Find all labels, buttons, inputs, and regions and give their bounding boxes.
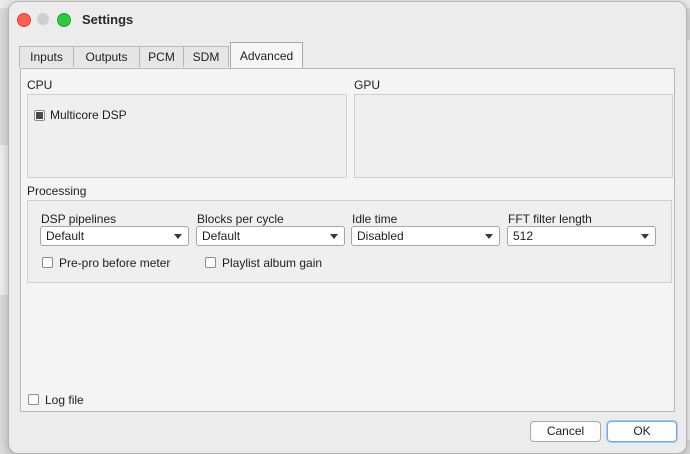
minimize-window-button[interactable] — [37, 13, 49, 25]
blocks-per-cycle-select[interactable]: Default — [196, 226, 345, 246]
fft-filter-length-select[interactable]: 512 — [507, 226, 656, 246]
tab-advanced[interactable]: Advanced — [230, 42, 303, 68]
idle-time-value: Disabled — [357, 229, 404, 243]
chevron-down-icon — [330, 234, 338, 239]
multicore-dsp-checkbox[interactable] — [34, 110, 45, 121]
log-file-checkbox[interactable] — [28, 394, 39, 405]
advanced-panel: CPU Multicore DSP GPU Processing DSP pip… — [20, 68, 675, 412]
idle-time-select[interactable]: Disabled — [351, 226, 500, 246]
settings-dialog: Settings Inputs Outputs PCM SDM Advanced… — [8, 1, 687, 454]
gpu-group-box — [354, 94, 673, 178]
cpu-group-label: CPU — [27, 78, 53, 92]
window-title: Settings — [82, 12, 134, 27]
tab-pcm[interactable]: PCM — [139, 46, 184, 67]
chevron-down-icon — [485, 234, 493, 239]
gpu-group-label: GPU — [354, 78, 381, 92]
tab-inputs[interactable]: Inputs — [19, 46, 74, 67]
blocks-per-cycle-value: Default — [202, 229, 241, 243]
playlist-album-gain-label: Playlist album gain — [222, 256, 323, 270]
dsp-pipelines-select[interactable]: Default — [40, 226, 189, 246]
fft-filter-length-value: 512 — [513, 229, 534, 243]
zoom-window-button[interactable] — [57, 13, 71, 27]
fft-filter-length-label: FFT filter length — [508, 212, 592, 226]
tab-sdm[interactable]: SDM — [183, 46, 229, 67]
log-file-label: Log file — [45, 393, 84, 407]
blocks-per-cycle-label: Blocks per cycle — [197, 212, 284, 226]
ok-button[interactable]: OK — [607, 421, 677, 442]
close-window-button[interactable] — [17, 13, 31, 27]
title-bar: Settings — [9, 2, 686, 36]
processing-group-label: Processing — [27, 184, 87, 198]
chevron-down-icon — [641, 234, 649, 239]
processing-group-box: DSP pipelines Default Blocks per cycle D… — [27, 200, 672, 283]
dsp-pipelines-value: Default — [46, 229, 85, 243]
chevron-down-icon — [174, 234, 182, 239]
cancel-button[interactable]: Cancel — [530, 421, 601, 442]
prepro-before-meter-label: Pre-pro before meter — [59, 256, 171, 270]
tab-outputs[interactable]: Outputs — [73, 46, 140, 67]
prepro-before-meter-checkbox[interactable] — [42, 257, 53, 268]
playlist-album-gain-checkbox[interactable] — [205, 257, 216, 268]
dsp-pipelines-label: DSP pipelines — [41, 212, 117, 226]
multicore-dsp-label: Multicore DSP — [50, 108, 127, 122]
cpu-group-box: Multicore DSP — [27, 94, 347, 178]
idle-time-label: Idle time — [352, 212, 398, 226]
